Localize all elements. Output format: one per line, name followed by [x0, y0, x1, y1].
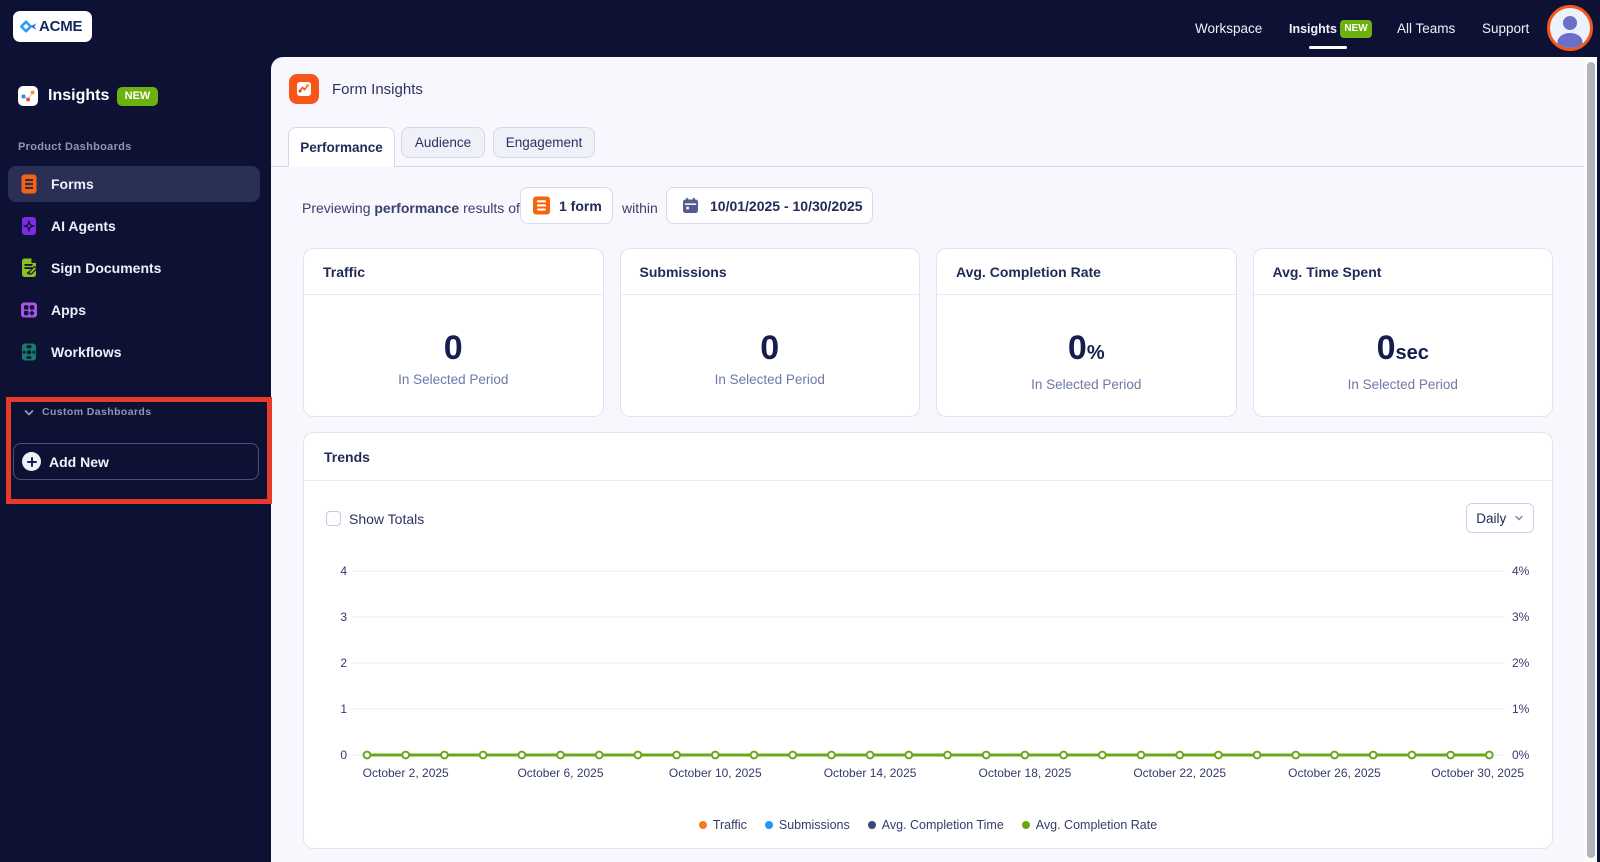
svg-text:October 26, 2025: October 26, 2025 — [1288, 766, 1381, 780]
svg-text:October 10, 2025: October 10, 2025 — [669, 766, 762, 780]
svg-text:0: 0 — [340, 748, 347, 762]
svg-text:2%: 2% — [1512, 656, 1530, 670]
svg-text:4%: 4% — [1512, 564, 1530, 578]
svg-text:1%: 1% — [1512, 702, 1530, 716]
svg-text:October 2, 2025: October 2, 2025 — [363, 766, 449, 780]
svg-text:October 22, 2025: October 22, 2025 — [1133, 766, 1226, 780]
svg-text:October 14, 2025: October 14, 2025 — [824, 766, 917, 780]
svg-text:October 6, 2025: October 6, 2025 — [517, 766, 603, 780]
svg-text:3%: 3% — [1512, 610, 1530, 624]
svg-text:0%: 0% — [1512, 748, 1530, 762]
svg-text:3: 3 — [340, 610, 347, 624]
svg-text:October 18, 2025: October 18, 2025 — [979, 766, 1072, 780]
svg-text:1: 1 — [340, 702, 347, 716]
svg-text:October 30, 2025: October 30, 2025 — [1431, 766, 1524, 780]
svg-text:2: 2 — [340, 656, 347, 670]
svg-text:4: 4 — [340, 564, 347, 578]
